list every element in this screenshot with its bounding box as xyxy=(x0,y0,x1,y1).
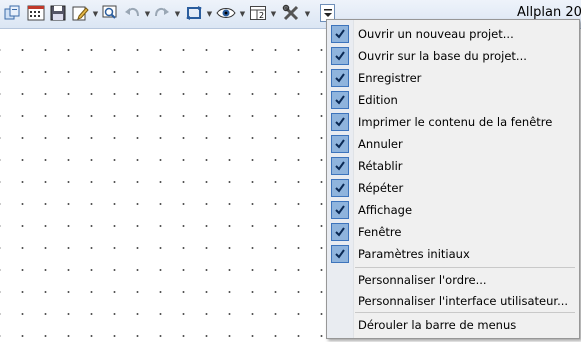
check-icon xyxy=(331,25,349,43)
menu-separator xyxy=(355,312,575,313)
menu-item-label: Paramètres initiaux xyxy=(358,247,470,261)
calendar-icon[interactable] xyxy=(26,3,46,23)
menu-item-label: Imprimer le contenu de la fenêtre xyxy=(358,115,553,129)
menu-item-edit[interactable]: Edition xyxy=(327,89,579,111)
check-icon xyxy=(331,113,349,131)
menu-item-customize-ui[interactable]: Personnaliser l'interface utilisateur... xyxy=(327,290,579,312)
check-icon xyxy=(331,179,349,197)
check-icon xyxy=(331,69,349,87)
check-icon xyxy=(331,47,349,65)
menu-item-label: Rétablir xyxy=(358,159,403,173)
menu-item-label: Personnaliser l'interface utilisateur... xyxy=(358,294,569,308)
window-layout-number: 2 xyxy=(259,11,264,20)
menu-item-print-window[interactable]: Imprimer le contenu de la fenêtre xyxy=(327,111,579,133)
repeat-icon[interactable] xyxy=(184,3,204,23)
window-dropdown-arrow[interactable]: ▼ xyxy=(270,9,277,19)
check-icon xyxy=(331,201,349,219)
print-preview-icon[interactable] xyxy=(100,3,120,23)
menu-item-label: Ouvrir sur la base du projet... xyxy=(358,49,527,63)
menu-item-label: Personnaliser l'ordre... xyxy=(358,273,487,287)
check-icon xyxy=(331,245,349,263)
menu-item-repeat[interactable]: Répéter xyxy=(327,177,579,199)
undo-dropdown-arrow[interactable]: ▼ xyxy=(144,9,151,19)
check-icon xyxy=(331,223,349,241)
edit-icon[interactable] xyxy=(70,3,90,23)
app-title: Allplan 201 xyxy=(517,5,581,20)
menu-item-open-new-project[interactable]: Ouvrir un nouveau projet... xyxy=(327,23,579,45)
window-layout-icon[interactable]: 2 xyxy=(248,3,268,23)
menu-item-display[interactable]: Affichage xyxy=(327,199,579,221)
menu-item-label: Edition xyxy=(358,93,398,107)
menu-item-customize-order[interactable]: Personnaliser l'ordre... xyxy=(327,269,579,291)
customize-toolbar-menu: Ouvrir un nouveau projet... Ouvrir sur l… xyxy=(326,19,580,339)
check-icon xyxy=(331,135,349,153)
tools-dropdown-arrow[interactable]: ▼ xyxy=(304,9,311,19)
check-icon xyxy=(331,91,349,109)
menu-item-label: Répéter xyxy=(358,181,404,195)
menu-item-initial-settings[interactable]: Paramètres initiaux xyxy=(327,243,579,265)
menu-item-label: Dérouler la barre de menus xyxy=(358,318,517,332)
save-icon[interactable] xyxy=(48,3,68,23)
redo-icon[interactable] xyxy=(152,3,172,23)
menu-item-label: Ouvrir un nouveau projet... xyxy=(358,27,514,41)
menu-item-show-menu-bar[interactable]: Dérouler la barre de menus xyxy=(327,314,579,336)
project-open-icon[interactable] xyxy=(3,3,23,23)
check-icon xyxy=(331,157,349,175)
menu-item-label: Enregistrer xyxy=(358,71,422,85)
tools-icon[interactable] xyxy=(281,3,301,23)
menu-item-redo[interactable]: Rétablir xyxy=(327,155,579,177)
view-eye-icon[interactable] xyxy=(216,3,236,23)
menu-item-open-from-project[interactable]: Ouvrir sur la base du projet... xyxy=(327,45,579,67)
view-dropdown-arrow[interactable]: ▼ xyxy=(239,9,246,19)
menu-separator xyxy=(355,267,575,268)
redo-dropdown-arrow[interactable]: ▼ xyxy=(174,9,181,19)
undo-icon[interactable] xyxy=(122,3,142,23)
menu-item-label: Fenêtre xyxy=(358,225,402,239)
repeat-dropdown-arrow[interactable]: ▼ xyxy=(206,9,213,19)
menu-item-save[interactable]: Enregistrer xyxy=(327,67,579,89)
menu-item-label: Annuler xyxy=(358,137,403,151)
menu-item-label: Affichage xyxy=(358,203,413,217)
edit-dropdown-arrow[interactable]: ▼ xyxy=(92,9,99,19)
menu-item-undo[interactable]: Annuler xyxy=(327,133,579,155)
menu-item-window[interactable]: Fenêtre xyxy=(327,221,579,243)
